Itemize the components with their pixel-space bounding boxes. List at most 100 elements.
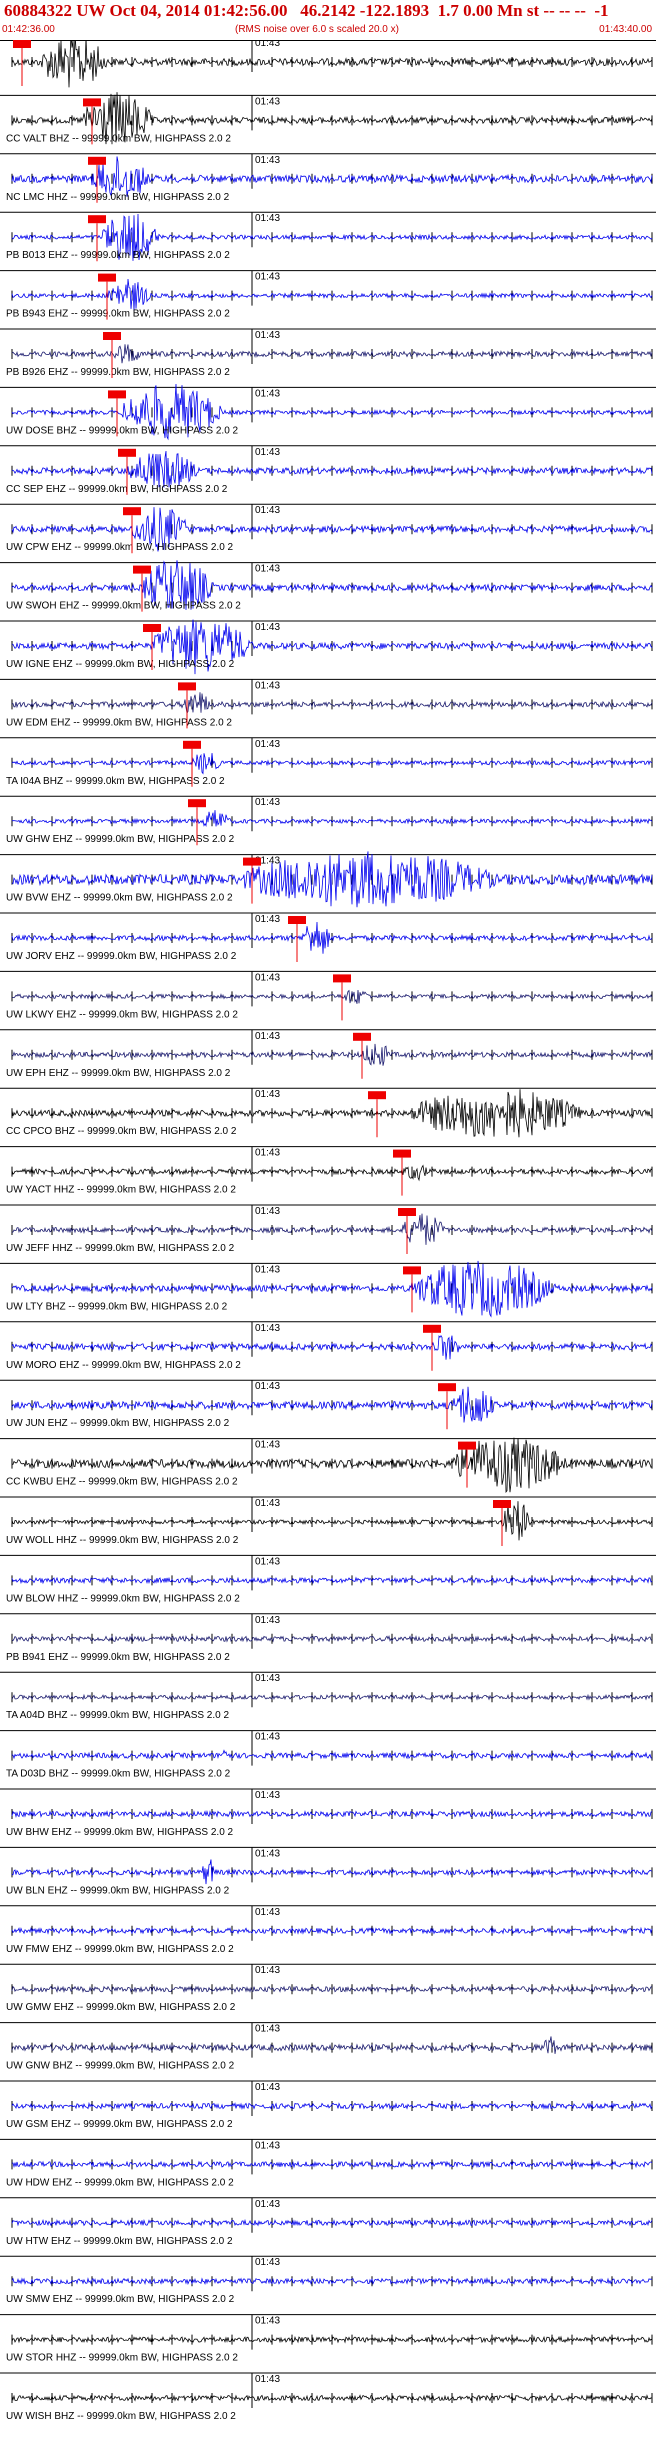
pick-box bbox=[183, 740, 201, 749]
pick-box bbox=[288, 916, 306, 924]
tick-label: 01:43 bbox=[255, 1615, 280, 1626]
start-time-label: 01:42:36.00 bbox=[2, 24, 55, 35]
station-label: CC VALT BHZ -- 99999.0km BW, HIGHPASS 2.… bbox=[6, 133, 231, 144]
tick-label: 01:43 bbox=[255, 1732, 280, 1743]
tick-label: 01:43 bbox=[255, 2082, 280, 2093]
pick-box bbox=[403, 1266, 421, 1275]
pick-box bbox=[333, 974, 351, 983]
tick-label: 01:43 bbox=[255, 2199, 280, 2210]
station-label: UW BLOW HHZ -- 99999.0km BW, HIGHPASS 2.… bbox=[6, 1593, 240, 1604]
tick-label: 01:43 bbox=[255, 1965, 280, 1976]
tick-label: 01:43 bbox=[255, 40, 280, 49]
tick-label: 01:43 bbox=[255, 1323, 280, 1334]
station-label: UW WISH BHZ -- 99999.0km BW, HIGHPASS 2.… bbox=[6, 2411, 236, 2422]
station-label: UW BVW EHZ -- 99999.0km BW, HIGHPASS 2.0… bbox=[6, 893, 233, 904]
pick-box bbox=[118, 448, 136, 457]
tick-label: 01:43 bbox=[255, 1556, 280, 1567]
station-label: UW BHW EHZ -- 99999.0km BW, HIGHPASS 2.0… bbox=[6, 1827, 234, 1838]
tick-label: 01:43 bbox=[255, 1907, 280, 1918]
tick-label: 01:43 bbox=[255, 2024, 280, 2035]
tick-label: 01:43 bbox=[255, 447, 280, 458]
station-label: UW JORV EHZ -- 99999.0km BW, HIGHPASS 2.… bbox=[6, 951, 237, 962]
tick-label: 01:43 bbox=[255, 1498, 280, 1509]
station-label: UW JUN EHZ -- 99999.0km BW, HIGHPASS 2.0… bbox=[6, 1418, 230, 1429]
pick-box bbox=[83, 98, 101, 107]
pick-box bbox=[13, 40, 31, 48]
pick-box bbox=[398, 1208, 416, 1216]
tick-label: 01:43 bbox=[255, 972, 280, 983]
event-title: 60884322 UW Oct 04, 2014 01:42:56.00 46.… bbox=[4, 1, 609, 20]
tick-label: 01:43 bbox=[255, 1440, 280, 1451]
pick-box bbox=[243, 857, 261, 866]
pick-box bbox=[493, 1500, 511, 1508]
tick-label: 01:43 bbox=[255, 330, 280, 341]
pick-box bbox=[393, 1149, 411, 1158]
station-label: UW GNW BHZ -- 99999.0km BW, HIGHPASS 2.0… bbox=[6, 2061, 235, 2072]
tick-label: 01:43 bbox=[255, 2374, 280, 2385]
tick-label: 01:43 bbox=[255, 1089, 280, 1100]
tick-label: 01:43 bbox=[255, 2257, 280, 2268]
station-label: UW STOR HHZ -- 99999.0km BW, HIGHPASS 2.… bbox=[6, 2353, 238, 2364]
tick-label: 01:43 bbox=[255, 388, 280, 399]
station-label: UW BLN EHZ -- 99999.0km BW, HIGHPASS 2.0… bbox=[6, 1885, 230, 1896]
station-label: UW MORO EHZ -- 99999.0km BW, HIGHPASS 2.… bbox=[6, 1360, 241, 1371]
station-label: UW FMW EHZ -- 99999.0km BW, HIGHPASS 2.0… bbox=[6, 1944, 234, 1955]
station-label: TA D03D BHZ -- 99999.0km BW, HIGHPASS 2.… bbox=[6, 1769, 231, 1780]
tick-label: 01:43 bbox=[255, 680, 280, 691]
tick-label: 01:43 bbox=[255, 1673, 280, 1684]
tick-label: 01:43 bbox=[255, 739, 280, 750]
tick-label: 01:43 bbox=[255, 1264, 280, 1275]
station-label: UW WOLL HHZ -- 99999.0km BW, HIGHPASS 2.… bbox=[6, 1535, 239, 1546]
station-label: UW EDM EHZ -- 99999.0km BW, HIGHPASS 2.0… bbox=[6, 717, 232, 728]
tick-label: 01:43 bbox=[255, 1848, 280, 1859]
pick-box bbox=[438, 1383, 456, 1392]
pick-box bbox=[368, 1091, 386, 1100]
station-label: UW IGNE EHZ -- 99999.0km BW, HIGHPASS 2.… bbox=[6, 659, 235, 670]
station-label: PB B926 EHZ -- 99999.0km BW, HIGHPASS 2.… bbox=[6, 367, 230, 378]
station-label: UW GMW EHZ -- 99999.0km BW, HIGHPASS 2.0… bbox=[6, 2002, 236, 2013]
station-label: UW HDW EHZ -- 99999.0km BW, HIGHPASS 2.0… bbox=[6, 2177, 234, 2188]
station-label: UW GHW EHZ -- 99999.0km BW, HIGHPASS 2.0… bbox=[6, 834, 235, 845]
plot-header: 60884322 UW Oct 04, 2014 01:42:56.00 46.… bbox=[0, 0, 656, 41]
station-label: TA A04D BHZ -- 99999.0km BW, HIGHPASS 2.… bbox=[6, 1710, 229, 1721]
pick-box bbox=[178, 682, 196, 691]
pick-box bbox=[123, 507, 141, 516]
station-label: PB B013 EHZ -- 99999.0km BW, HIGHPASS 2.… bbox=[6, 250, 230, 261]
tick-label: 01:43 bbox=[255, 505, 280, 516]
station-label: CC CPCO BHZ -- 99999.0km BW, HIGHPASS 2.… bbox=[6, 1126, 237, 1137]
station-label: UW LKWY EHZ -- 99999.0km BW, HIGHPASS 2.… bbox=[6, 1009, 238, 1020]
pick-box bbox=[188, 799, 206, 808]
station-label: UW DOSE BHZ -- 99999.0km BW, HIGHPASS 2.… bbox=[6, 425, 239, 436]
station-label: CC SEP EHZ -- 99999.0km BW, HIGHPASS 2.0… bbox=[6, 484, 228, 495]
tick-label: 01:43 bbox=[255, 96, 280, 107]
pick-box bbox=[143, 624, 161, 632]
station-label: CC KWBU EHZ -- 99999.0km BW, HIGHPASS 2.… bbox=[6, 1477, 238, 1488]
station-label: NC LMC HHZ -- 99999.0km BW, HIGHPASS 2.0… bbox=[6, 192, 230, 203]
tick-label: 01:43 bbox=[255, 1031, 280, 1042]
tick-label: 01:43 bbox=[255, 1381, 280, 1392]
pick-box bbox=[353, 1032, 371, 1041]
seismogram-plot: 01:43 01:43 CC VALT BHZ -- 99999.0km BW, H… bbox=[0, 40, 656, 2422]
waveform-trace bbox=[11, 921, 653, 954]
tick-label: 01:43 bbox=[255, 213, 280, 224]
station-label: UW HTW EHZ -- 99999.0km BW, HIGHPASS 2.0… bbox=[6, 2236, 233, 2247]
station-label: UW LTY BHZ -- 99999.0km BW, HIGHPASS 2.0… bbox=[6, 1301, 228, 1312]
tick-label: 01:43 bbox=[255, 2316, 280, 2327]
tick-label: 01:43 bbox=[255, 155, 280, 166]
station-label: UW SWOH EHZ -- 99999.0km BW, HIGHPASS 2.… bbox=[6, 601, 241, 612]
station-label: PB B941 EHZ -- 99999.0km BW, HIGHPASS 2.… bbox=[6, 1652, 230, 1663]
tick-label: 01:43 bbox=[255, 564, 280, 575]
tick-label: 01:43 bbox=[255, 914, 280, 925]
end-time-label: 01:43:40.00 bbox=[599, 24, 652, 35]
pick-box bbox=[98, 273, 116, 282]
station-label: UW SMW EHZ -- 99999.0km BW, HIGHPASS 2.0… bbox=[6, 2294, 235, 2305]
tick-label: 01:43 bbox=[255, 1148, 280, 1159]
tick-label: 01:43 bbox=[255, 1790, 280, 1801]
pick-box bbox=[88, 215, 106, 224]
pick-box bbox=[103, 332, 121, 340]
station-label: PB B943 EHZ -- 99999.0km BW, HIGHPASS 2.… bbox=[6, 309, 230, 320]
pick-box bbox=[88, 156, 106, 165]
pick-box bbox=[458, 1441, 476, 1450]
pick-box bbox=[423, 1324, 441, 1333]
tick-label: 01:43 bbox=[255, 272, 280, 283]
